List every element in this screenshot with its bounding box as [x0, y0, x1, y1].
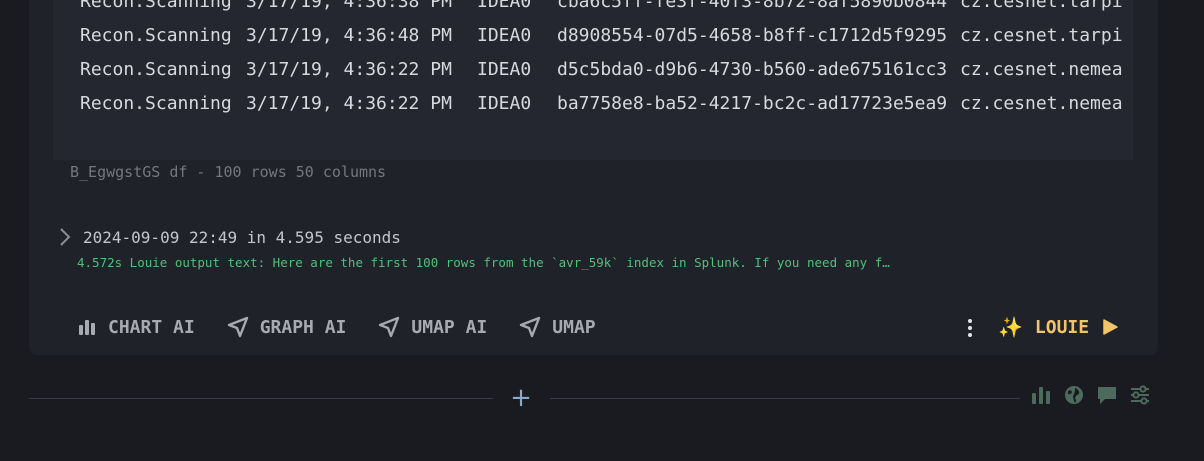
- send-icon: [520, 316, 541, 338]
- louie-run-button[interactable]: ✨ LOUIE: [998, 312, 1119, 342]
- cell-date: 3/17/19, 4:36:38 PM: [246, 0, 452, 12]
- umap-button[interactable]: UMAP: [519, 316, 596, 338]
- cell-id: ba7758e8-ba52-4217-bc2c-ad17723e5ea9: [557, 93, 948, 114]
- cell-type: Recon.Scanning: [80, 0, 232, 12]
- chevron-right-icon[interactable]: [59, 227, 73, 247]
- bar-chart-icon: [79, 320, 95, 335]
- sparkles-icon: ✨: [998, 315, 1023, 339]
- cell-id: d5c5bda0-d9b6-4730-b560-ade675161cc3: [557, 59, 948, 80]
- more-options-icon[interactable]: [961, 318, 979, 338]
- cell-id: cba6c5ff-fe3f-40f3-8b72-8af5890b0844: [557, 0, 948, 12]
- sliders-icon[interactable]: [1129, 384, 1151, 406]
- graph-ai-button[interactable]: GRAPH AI: [227, 316, 347, 338]
- send-icon: [227, 316, 248, 338]
- cell-node: cz.cesnet.nemea: [960, 59, 1123, 80]
- cell-date: 3/17/19, 4:36:22 PM: [246, 59, 452, 80]
- graph-ai-label: GRAPH AI: [259, 316, 347, 338]
- cell-node: cz.cesnet.nemea: [960, 93, 1123, 114]
- divider: [29, 398, 493, 399]
- cell-format: IDEA0: [477, 93, 532, 114]
- dataframe-table: Recon.Scanning 3/17/19, 4:36:38 PM IDEA0…: [53, 0, 1133, 160]
- globe-icon[interactable]: [1063, 384, 1085, 406]
- execution-time: 2024-09-09 22:49 in 4.595 seconds: [83, 227, 401, 247]
- umap-ai-button[interactable]: UMAP AI: [378, 316, 487, 338]
- umap-ai-label: UMAP AI: [411, 316, 488, 338]
- cell-format: IDEA0: [477, 59, 532, 80]
- comment-icon[interactable]: [1096, 384, 1118, 406]
- chart-ai-button[interactable]: CHART AI: [77, 317, 195, 338]
- cell-type: Recon.Scanning: [80, 25, 232, 46]
- cell-node: cz.cesnet.tarpi: [960, 25, 1123, 46]
- dataframe-info: B_EgwgstGS df - 100 rows 50 columns: [70, 163, 387, 181]
- cell-toolbar: CHART AI GRAPH AI UMAP AI UMAP: [77, 312, 628, 342]
- cell-id: d8908554-07d5-4658-b8ff-c1712d5f9295: [557, 25, 948, 46]
- send-icon: [379, 316, 400, 338]
- bar-chart-icon[interactable]: [1030, 384, 1052, 406]
- cell-node: cz.cesnet.tarpi: [960, 0, 1123, 12]
- cell-type: Recon.Scanning: [80, 59, 232, 80]
- play-icon: [1103, 319, 1118, 335]
- louie-output-text: 4.572s Louie output text: Here are the f…: [77, 255, 890, 270]
- divider: [550, 398, 1020, 399]
- umap-label: UMAP: [552, 316, 596, 338]
- notebook-cell: Recon.Scanning 3/17/19, 4:36:38 PM IDEA0…: [29, 0, 1158, 355]
- add-cell-button[interactable]: +: [509, 385, 533, 411]
- cell-type-icons: [1030, 384, 1162, 406]
- cell-type: Recon.Scanning: [80, 93, 232, 114]
- louie-label: LOUIE: [1034, 316, 1090, 338]
- cell-date: 3/17/19, 4:36:22 PM: [246, 93, 452, 114]
- chart-ai-label: CHART AI: [108, 316, 195, 338]
- cell-format: IDEA0: [477, 0, 532, 12]
- cell-format: IDEA0: [477, 25, 532, 46]
- execution-summary[interactable]: 2024-09-09 22:49 in 4.595 seconds: [59, 226, 401, 248]
- cell-date: 3/17/19, 4:36:48 PM: [246, 25, 452, 46]
